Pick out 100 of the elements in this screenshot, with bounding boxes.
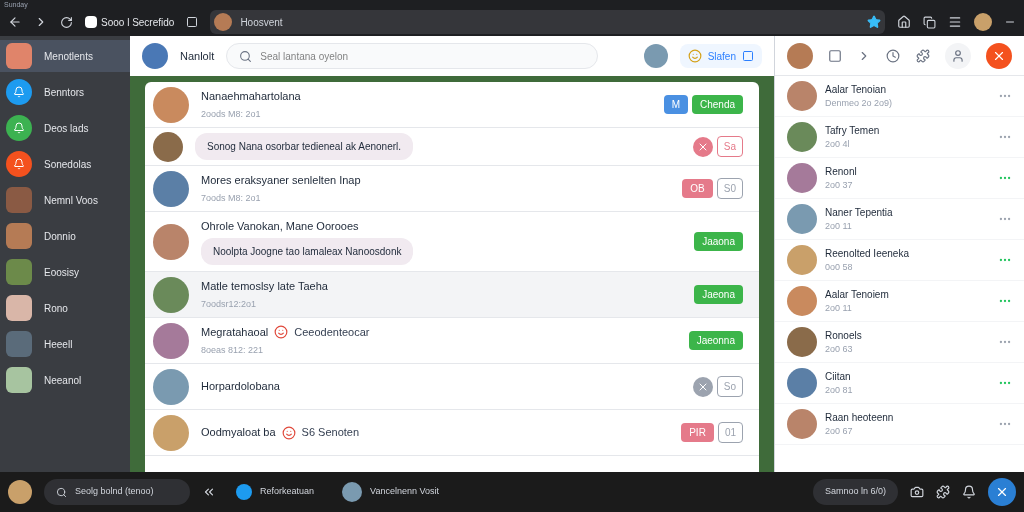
taskbar-app[interactable]: Reforkeatuan [228, 484, 323, 500]
sidebar-item[interactable]: Heeell [0, 328, 130, 360]
contact-status: 2o0 81 [825, 383, 854, 397]
home-icon[interactable] [897, 15, 911, 29]
avatar [153, 414, 189, 451]
star-icon[interactable] [867, 15, 881, 29]
tag: M [663, 95, 688, 114]
contact-name: Matle temoslsy late Taeha [201, 278, 328, 294]
window-icon[interactable] [923, 15, 936, 29]
tag: PIR [681, 423, 714, 442]
contact-name: Ciitan [825, 369, 852, 384]
menu-icon[interactable] [948, 15, 962, 29]
contact-item[interactable]: Aalar Tenoiem 2o0 11 [775, 281, 1024, 322]
chat-row[interactable]: Megratahaoal Ceeodenteocar 8oeas 812: 221 Jaeonna [145, 318, 759, 364]
timestamp: 7oodsr12:2o1 [201, 298, 258, 311]
search-input[interactable]: Seal lantana oyelon [260, 48, 586, 64]
avatar [787, 245, 817, 275]
sidebar-item[interactable]: Menotlents [0, 40, 130, 72]
browser-tab[interactable]: Sooo l Secrefido [85, 14, 175, 30]
contact-name: Reenolted Ieeneka [825, 246, 910, 261]
contact-name: Renonl [825, 164, 858, 179]
contact-item[interactable]: Aalar Tenoian Denmeo 2o 2o9) [775, 76, 1024, 117]
contact-status: 2o0 63 [825, 342, 854, 356]
sidebar-item[interactable]: Neeanol [0, 364, 130, 396]
chat-row[interactable]: Nanaehmahartolana 2oods M8: 2o1 M Chenda [145, 82, 759, 128]
contact-item[interactable]: Renonl 2o0 37 [775, 158, 1024, 199]
contact-status: 0o0 58 [825, 260, 854, 274]
chat-row[interactable]: Mores eraksyaner senlelten Inap 7oods M8: 2o1 OB S0 [145, 166, 759, 212]
chat-row[interactable]: Oodmyaloat ba S6 Senoten PIR 01 [145, 410, 759, 456]
sidebar-item[interactable]: Benntors [0, 76, 130, 108]
sidebar-item[interactable]: Nemnl Voos [0, 184, 130, 216]
contact-name: Oodmyaloat ba [201, 425, 276, 441]
back-icon[interactable] [8, 15, 22, 29]
chat-row[interactable]: Horpardolobana So [145, 364, 759, 410]
search-icon [239, 49, 253, 63]
contact-note: Ceeodenteocar [294, 324, 370, 340]
user-icon [950, 48, 965, 63]
avatar [787, 42, 813, 69]
contact-status: 2o0 11 [825, 219, 853, 233]
panel-icon[interactable] [828, 48, 843, 63]
contact-status: 2o0 4l [825, 137, 851, 151]
avatar [153, 276, 189, 313]
sidebar-item[interactable]: Deos lads [0, 112, 130, 144]
contact-item[interactable]: Tafry Temen 2o0 4l [775, 117, 1024, 158]
bell-icon[interactable] [962, 485, 976, 499]
sidebar-item[interactable]: Eoosisy [0, 256, 130, 288]
sidebar-item[interactable]: Rono [0, 292, 130, 324]
chat-title: Nanlolt [180, 48, 215, 64]
camera-icon[interactable] [910, 485, 924, 499]
contact-name: Raan heoteenn [825, 410, 895, 425]
avatar [153, 368, 189, 405]
avatar [153, 131, 183, 162]
square-icon [742, 50, 754, 62]
chevron-icon[interactable] [202, 485, 216, 499]
chat-row[interactable]: Ohrole Vanokan, Mane Oorooes Noolpta Joogne tao lamaleax Nanoosdonk Jaaona [145, 212, 759, 272]
avatar [153, 322, 189, 359]
contact-item[interactable]: Naner Tepentia 2o0 11 [775, 199, 1024, 240]
message-bubble: Sonog Nana osorbar tedieneal ak Aenonerl. [195, 133, 414, 160]
tag: S0 [716, 178, 743, 199]
profile-avatar [974, 13, 992, 31]
contact-note: S6 Senoten [301, 425, 360, 441]
taskbar-app[interactable]: Vancelnenn Vosit [334, 482, 447, 502]
sidebar-item[interactable]: Sonedolas [0, 148, 130, 180]
tag: 01 [717, 422, 743, 443]
contact-name: Megratahaoal [201, 324, 269, 340]
emoji-icon [274, 324, 289, 339]
avatar [142, 43, 168, 69]
contact-item[interactable]: Reenolted Ieeneka 0o0 58 [775, 240, 1024, 281]
reload-icon[interactable] [60, 15, 73, 29]
timestamp: 7oods M8: 2o1 [201, 192, 262, 205]
avatar [643, 44, 668, 68]
status-button[interactable]: Slafen [679, 44, 762, 68]
search-field[interactable]: Seal lantana oyelon [226, 43, 599, 69]
message-bubble: Noolpta Joogne tao lamaleax Nanoosdonk [201, 238, 414, 266]
contact-name: Nanaehmahartolana [201, 88, 301, 104]
close-button[interactable] [988, 478, 1016, 506]
smiley-icon [687, 49, 702, 63]
sidebar-item[interactable]: Donnio [0, 220, 130, 252]
tab-icon[interactable] [186, 16, 199, 28]
contact-name: Mores eraksyaner senlelten Inap [201, 172, 361, 188]
contact-item[interactable]: Ronoels 2o0 63 [775, 322, 1024, 363]
chat-row[interactable]: Matle temoslsy late Taeha 7oodsr12:2o1 Jaeona [145, 272, 759, 318]
avatar [787, 163, 817, 193]
contact-status: 2o0 37 [825, 178, 854, 192]
contact-item[interactable]: Ciitan 2o0 81 [775, 363, 1024, 404]
tag: Sa [716, 136, 743, 157]
status-pill[interactable]: Samnoo ln 6/0) [812, 479, 898, 505]
address-bar[interactable]: Hoosvent [210, 10, 885, 34]
tag: Chenda [691, 95, 743, 114]
clock-icon[interactable] [886, 48, 901, 63]
contact-status: 2o0 67 [825, 424, 854, 438]
taskbar-search[interactable]: Seolg bolnd (tenoo) [44, 479, 190, 505]
contact-name: Horpardolobana [201, 379, 280, 395]
contact-name: Naner Tepentia [825, 205, 894, 220]
contact-status: 2o0 11 [825, 301, 853, 315]
timestamp: 2oods M8: 2o1 [201, 108, 262, 121]
contact-name: Aalar Tenoiem [825, 287, 890, 302]
contact-item[interactable]: Raan heoteenn 2o0 67 [775, 404, 1024, 445]
chat-row[interactable]: Sonog Nana osorbar tedieneal ak Aenonerl. Sa [145, 128, 759, 166]
user-button[interactable] [944, 42, 971, 69]
